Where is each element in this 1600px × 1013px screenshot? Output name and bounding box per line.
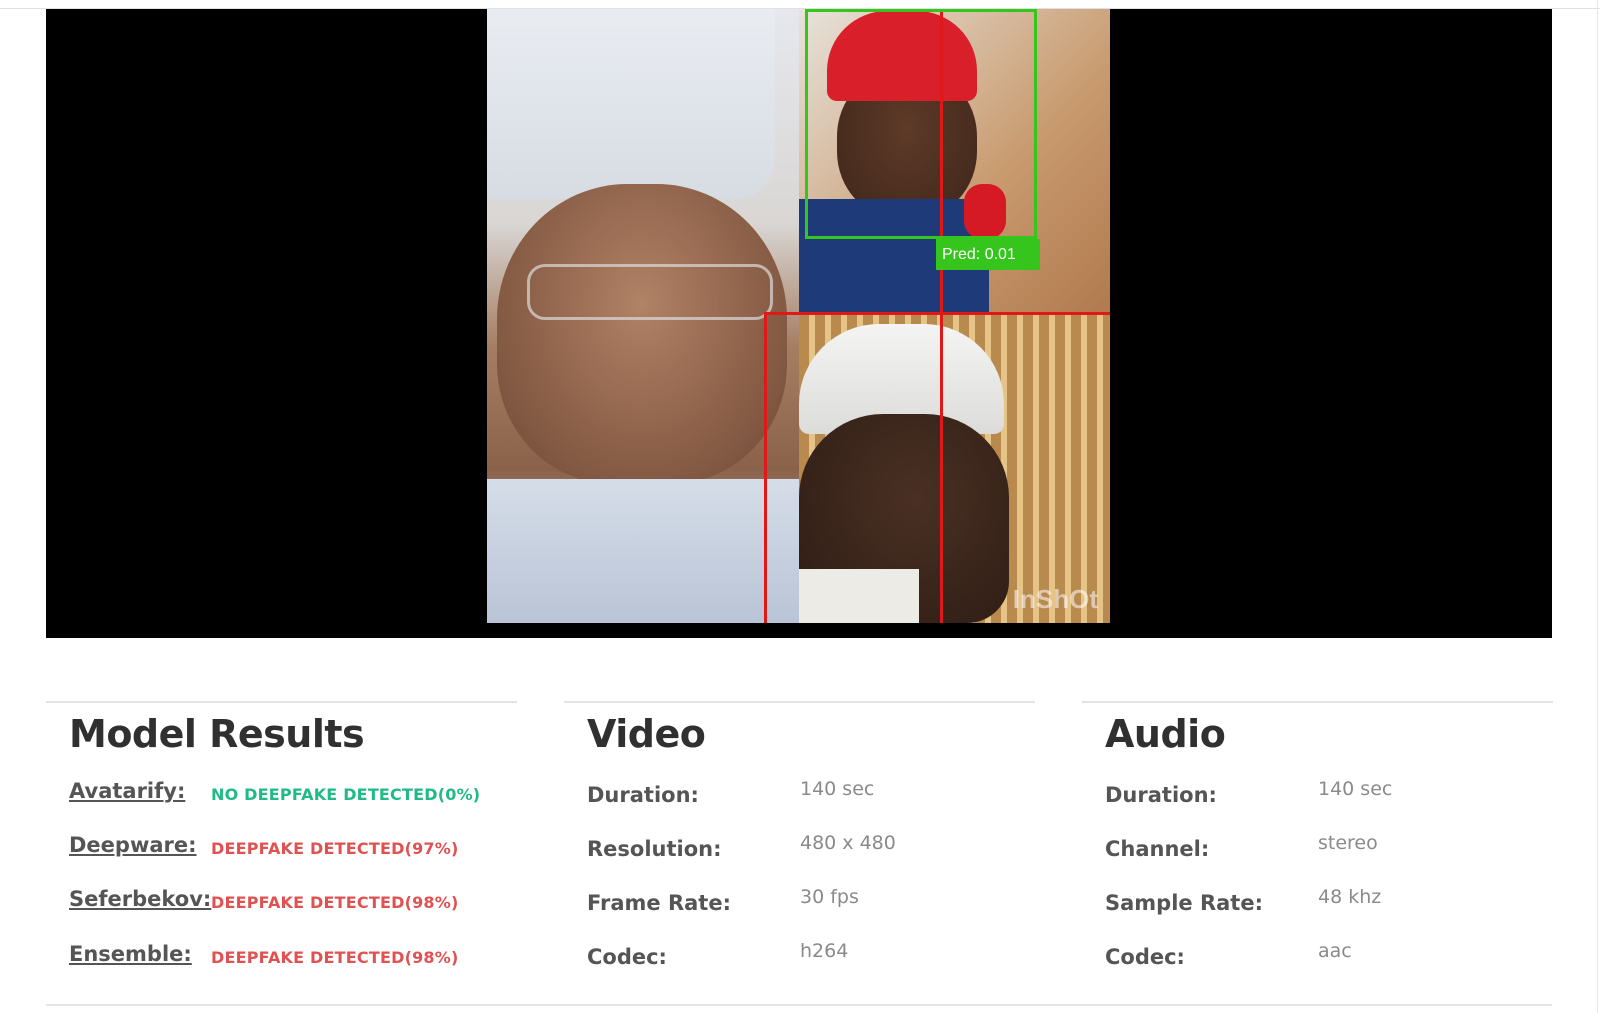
video-title: Video <box>587 712 706 756</box>
video-resolution-value: 480 x 480 <box>800 832 896 854</box>
model-result-seferbekov: DEEPFAKE DETECTED(98%) <box>211 893 459 912</box>
audio-duration-value: 140 sec <box>1318 778 1393 800</box>
model-results-title: Model Results <box>69 712 365 756</box>
video-duration-value: 140 sec <box>800 778 875 800</box>
model-result-deepware: DEEPFAKE DETECTED(97%) <box>211 839 459 858</box>
detection-box-real <box>805 9 1037 239</box>
model-link-seferbekov[interactable]: Seferbekov: <box>69 887 211 911</box>
audio-channel-value: stereo <box>1318 832 1378 854</box>
top-divider <box>0 0 1600 9</box>
audio-title: Audio <box>1105 712 1226 756</box>
audio-codec-label: Codec: <box>1105 945 1185 969</box>
video-divider <box>564 701 1035 703</box>
audio-samplerate-value: 48 khz <box>1318 886 1382 908</box>
video-player[interactable]: InShOt Pred: 0.01 <box>46 9 1552 638</box>
model-link-deepware[interactable]: Deepware: <box>69 833 197 857</box>
detection-box-fake <box>764 312 1110 623</box>
prediction-label: Pred: 0.01 <box>936 239 1040 270</box>
model-result-avatarify: NO DEEPFAKE DETECTED(0%) <box>211 785 481 804</box>
video-frame: InShOt Pred: 0.01 <box>487 9 1110 623</box>
audio-codec-value: aac <box>1318 940 1352 962</box>
audio-channel-label: Channel: <box>1105 837 1210 861</box>
model-link-ensemble[interactable]: Ensemble: <box>69 942 192 966</box>
scrollbar-track[interactable] <box>1597 0 1598 1013</box>
model-results-divider <box>46 701 517 703</box>
video-codec-value: h264 <box>800 940 849 962</box>
bottom-divider <box>46 1004 1552 1006</box>
video-framerate-label: Frame Rate: <box>587 891 731 915</box>
frame-face-large <box>487 9 799 623</box>
video-codec-label: Codec: <box>587 945 667 969</box>
video-framerate-value: 30 fps <box>800 886 859 908</box>
audio-samplerate-label: Sample Rate: <box>1105 891 1263 915</box>
model-link-avatarify[interactable]: Avatarify: <box>69 779 185 803</box>
audio-divider <box>1082 701 1553 703</box>
model-result-ensemble: DEEPFAKE DETECTED(98%) <box>211 948 459 967</box>
video-duration-label: Duration: <box>587 783 699 807</box>
video-resolution-label: Resolution: <box>587 837 722 861</box>
audio-duration-label: Duration: <box>1105 783 1217 807</box>
